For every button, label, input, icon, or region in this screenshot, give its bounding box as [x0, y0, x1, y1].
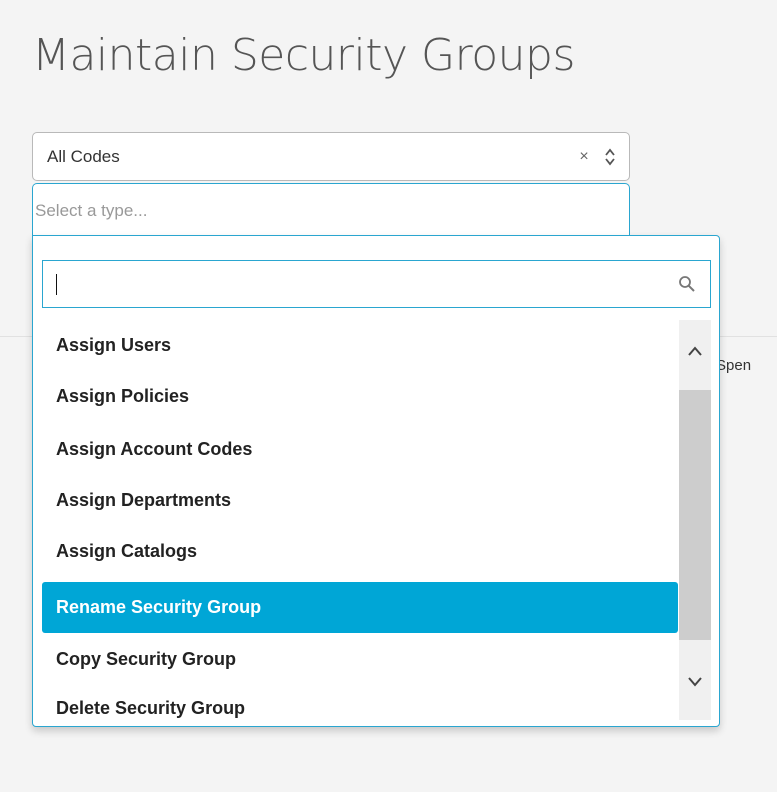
dropdown-search-input[interactable]	[42, 260, 711, 308]
option-assign-departments[interactable]: Assign Departments	[42, 475, 678, 526]
clear-icon[interactable]: ×	[575, 148, 593, 166]
search-icon	[678, 275, 696, 298]
option-assign-users[interactable]: Assign Users	[42, 320, 678, 371]
page-title: Maintain Security Groups	[32, 30, 575, 81]
option-assign-policies[interactable]: Assign Policies	[42, 371, 678, 422]
updown-arrows-icon[interactable]	[601, 148, 619, 166]
partially-hidden-label: Spen	[716, 357, 752, 374]
option-delete-security-group[interactable]: Delete Security Group	[42, 683, 678, 720]
type-select-placeholder: Select a type...	[35, 201, 148, 220]
text-cursor	[56, 274, 57, 295]
chevron-up-icon	[687, 344, 703, 362]
options-scrollbar[interactable]	[679, 320, 711, 720]
page: Maintain Security Groups Spen All Codes …	[0, 0, 777, 792]
code-filter-value: All Codes	[47, 146, 120, 166]
option-assign-account-codes[interactable]: Assign Account Codes	[42, 424, 678, 475]
option-copy-security-group[interactable]: Copy Security Group	[42, 634, 678, 685]
type-dropdown-panel: Assign Users Assign Policies Assign Acco…	[32, 235, 720, 727]
scroll-down-button[interactable]	[679, 648, 711, 720]
scroll-up-button[interactable]	[679, 320, 711, 386]
option-assign-catalogs[interactable]: Assign Catalogs	[42, 526, 678, 577]
scroll-thumb[interactable]	[679, 390, 711, 640]
chevron-down-icon	[687, 675, 703, 693]
type-select[interactable]: Select a type...	[32, 183, 630, 236]
option-rename-security-group[interactable]: Rename Security Group	[42, 582, 678, 633]
options-list: Assign Users Assign Policies Assign Acco…	[33, 320, 679, 720]
code-filter-select[interactable]: All Codes ×	[32, 132, 630, 181]
